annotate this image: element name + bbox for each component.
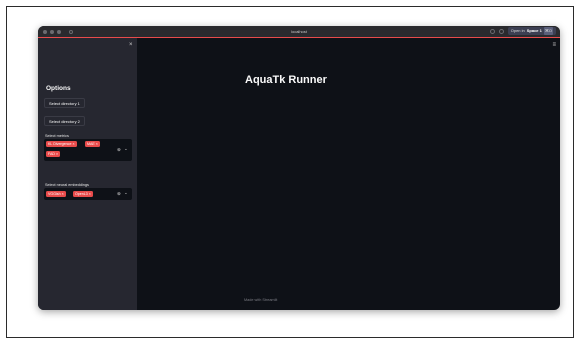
chevron-down-icon[interactable]: ⌄ <box>124 146 128 152</box>
sidebar-close-icon[interactable]: × <box>129 42 133 48</box>
menu-icon[interactable]: ≡ <box>552 42 556 48</box>
tag-remove-icon[interactable]: × <box>72 142 74 146</box>
browser-right-tools: Open in Space 1 ⌘O <box>489 27 556 35</box>
chevron-down-icon[interactable]: ⌄ <box>124 190 128 196</box>
options-title: Options <box>46 85 71 92</box>
metric-tag[interactable]: FAD × <box>46 151 61 157</box>
settings-icon[interactable] <box>498 28 504 34</box>
page-title: AquaTk Runner <box>245 74 327 86</box>
tag-label: OpenL3 <box>75 192 88 196</box>
footer-text[interactable]: Made with Streamlit <box>244 298 277 302</box>
metrics-multiselect[interactable]: KL Divergence × MAE × FAD × ⊗ ⌄ <box>44 139 132 161</box>
tag-label: FAD <box>48 152 55 156</box>
sidebar: × Options Select directory 1 Select dire… <box>38 38 137 310</box>
select-directory-1-button[interactable]: Select directory 1 <box>44 98 85 108</box>
extensions-icon[interactable] <box>489 28 495 34</box>
tag-label: MAE <box>87 142 95 146</box>
clear-icon[interactable]: ⊗ <box>117 191 121 197</box>
open-in-label: Open in <box>510 28 525 33</box>
shortcut-badge: ⌘O <box>543 27 553 35</box>
clear-icon[interactable]: ⊗ <box>117 147 121 153</box>
browser-titlebar: localhost Open in Space 1 ⌘O <box>38 26 560 37</box>
tag-label: VGGish <box>48 192 61 196</box>
select-directory-2-button[interactable]: Select directory 2 <box>44 116 85 126</box>
tag-remove-icon[interactable]: × <box>56 152 58 156</box>
metric-tag[interactable]: MAE × <box>85 141 100 147</box>
browser-window: localhost Open in Space 1 ⌘O × Options S… <box>38 26 560 310</box>
tag-remove-icon[interactable]: × <box>62 192 64 196</box>
metrics-label: Select metrics <box>45 134 69 138</box>
url-bar[interactable]: localhost <box>38 26 560 37</box>
space-label: Space 1 <box>526 28 542 33</box>
metric-tag[interactable]: KL Divergence × <box>46 141 77 147</box>
open-in-space-button[interactable]: Open in Space 1 ⌘O <box>507 27 556 35</box>
embeddings-multiselect[interactable]: VGGish × OpenL3 × ⊗ ⌄ <box>44 188 132 200</box>
tag-label: KL Divergence <box>48 142 72 146</box>
tag-remove-icon[interactable]: × <box>89 192 91 196</box>
tag-remove-icon[interactable]: × <box>96 142 98 146</box>
embedding-tag[interactable]: OpenL3 × <box>73 191 93 197</box>
main-area: ≡ AquaTk Runner Made with Streamlit <box>137 38 560 310</box>
embedding-tag[interactable]: VGGish × <box>46 191 66 197</box>
embeddings-label: Select neural embeddings <box>45 183 89 187</box>
